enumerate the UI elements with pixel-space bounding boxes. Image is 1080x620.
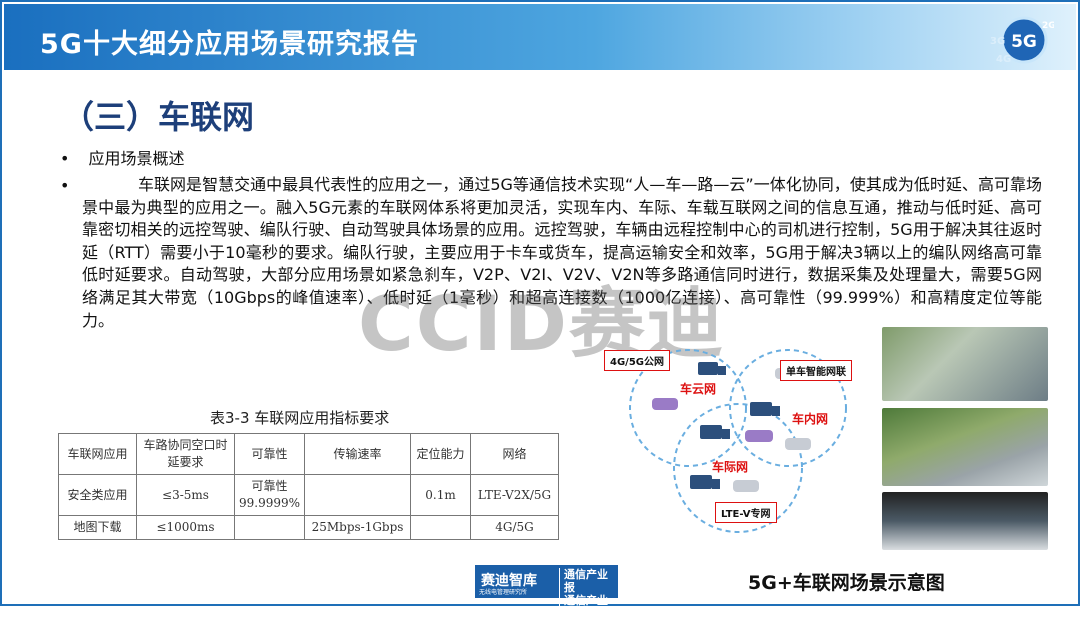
5g-logo-icon: 5G 3G 4G 2G — [990, 16, 1054, 65]
truck-icon — [700, 425, 730, 439]
public-network-label: 4G/5G公网 — [604, 350, 670, 371]
cell: 可靠性99.9999% — [233, 474, 306, 516]
cell: LTE-V2X/5G — [470, 474, 560, 516]
cell — [410, 515, 472, 540]
bullet-paragraph-marker: • — [60, 176, 70, 195]
ltev-network-label: LTE-V专网 — [715, 502, 777, 523]
th-reliability: 可靠性 — [233, 433, 306, 475]
remote-control-photo — [882, 492, 1048, 550]
cell: 地图下载 — [58, 515, 137, 540]
cell — [233, 515, 306, 540]
th-rate: 传输速率 — [304, 433, 412, 475]
cell: 4G/5G — [470, 515, 560, 540]
table-caption: 表3-3 车联网应用指标要求 — [210, 409, 390, 427]
cell — [304, 474, 412, 516]
highway-photo — [882, 408, 1048, 486]
slogan: 通信产业报 通信产业网 — [559, 568, 618, 620]
inner-network-label: 车内网 — [792, 412, 829, 426]
indicator-table: 车联网应用 车路协同空口时延要求 可靠性 传输速率 定位能力 网络 安全类应用 … — [58, 433, 560, 540]
inter-network-label: 车际网 — [712, 460, 749, 474]
iov-scenario-diagram: 4G/5G公网 单车智能网联 LTE-V专网 车云网 车内网 车际网 — [600, 330, 875, 535]
car-icon — [733, 480, 759, 492]
truck-icon — [690, 475, 720, 489]
truck-icon — [750, 402, 780, 416]
intersection-photo — [882, 327, 1048, 401]
th-application: 车联网应用 — [58, 433, 137, 475]
header-banner: 5G十大细分应用场景研究报告 5G 3G 4G 2G — [4, 4, 1076, 70]
logo-5g-text: 5G — [1011, 32, 1037, 52]
logo-3g-text: 3G — [990, 36, 1005, 47]
brand-subtitle: 无线电管理研究所 — [479, 589, 528, 596]
car-icon — [785, 438, 811, 450]
cell: 0.1m — [410, 474, 472, 516]
cell: ≤3-5ms — [136, 474, 235, 516]
bullet-marker: • — [60, 149, 70, 168]
th-positioning: 定位能力 — [410, 433, 472, 475]
bullet-overview: • 应用场景概述 — [60, 145, 185, 169]
cell: 25Mbps-1Gbps — [304, 515, 412, 540]
diagram-caption: 5G+车联网场景示意图 — [748, 572, 945, 594]
slogan-line-1: 通信产业报 — [564, 568, 608, 594]
cloud-network-label: 车云网 — [680, 382, 717, 396]
report-title: 5G十大细分应用场景研究报告 — [40, 29, 419, 60]
slogan-line-2: 通信产业网 — [564, 594, 608, 620]
single-vehicle-label: 单车智能网联 — [780, 360, 852, 381]
cell: ≤1000ms — [136, 515, 235, 540]
car-icon — [652, 398, 678, 410]
th-latency: 车路协同空口时延要求 — [136, 433, 235, 475]
cell: 安全类应用 — [58, 474, 137, 516]
car-icon — [745, 430, 773, 442]
logo-4g-text: 4G — [996, 54, 1011, 65]
th-network: 网络 — [470, 433, 560, 475]
overview-heading: 应用场景概述 — [88, 149, 185, 168]
table-row: 地图下载 ≤1000ms 25Mbps-1Gbps 4G/5G — [58, 515, 560, 540]
table-row: 安全类应用 ≤3-5ms 可靠性99.9999% 0.1m LTE-V2X/5G — [58, 474, 560, 516]
section-title: （三）车联网 — [62, 98, 255, 136]
table-header-row: 车联网应用 车路协同空口时延要求 可靠性 传输速率 定位能力 网络 — [58, 433, 560, 475]
ccid-footer-logo: 赛迪智库 无线电管理研究所 通信产业报 通信产业网 — [475, 565, 618, 620]
truck-icon — [698, 362, 726, 375]
logo-2g-text: 2G — [1042, 21, 1054, 31]
